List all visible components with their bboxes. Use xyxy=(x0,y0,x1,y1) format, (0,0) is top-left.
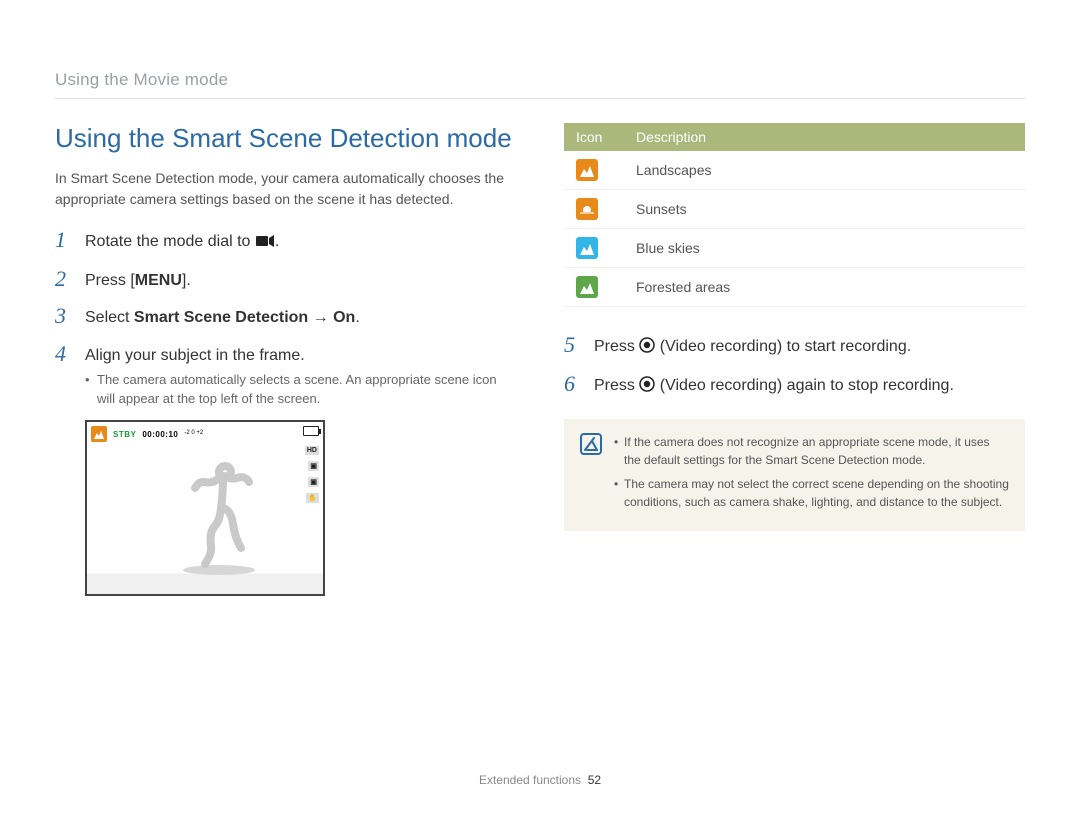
step-fragment: Select xyxy=(85,309,134,326)
right-column: Icon Description Landscapes Sunsets xyxy=(564,123,1025,596)
header-divider xyxy=(55,98,1025,99)
scene-description: Blue skies xyxy=(624,229,1025,268)
step-sub-bullets: The camera automatically selects a scene… xyxy=(85,371,516,409)
preview-right-indicators: HD ▣ ▣ ✋ xyxy=(305,446,319,503)
camera-preview: STBY 00:00:10 -2 0 +2 HD ▣ ▣ ✋ xyxy=(85,420,325,596)
note-item: The camera may not select the correct sc… xyxy=(614,475,1009,511)
section-title: Using the Smart Scene Detection mode xyxy=(55,123,516,154)
indicator-icon: ▣ xyxy=(308,461,319,471)
running-header: Using the Movie mode xyxy=(55,70,1025,90)
steps-right: 5 Press (Video recording) to start recor… xyxy=(564,333,1025,399)
forested-scene-icon xyxy=(576,276,598,298)
note-item: If the camera does not recognize an appr… xyxy=(614,433,1009,469)
table-header-icon: Icon xyxy=(564,123,624,151)
sunsets-scene-icon xyxy=(576,198,598,220)
step-fragment: Align your subject in the frame. xyxy=(85,347,305,364)
table-row: Landscapes xyxy=(564,151,1025,190)
table-row: Blue skies xyxy=(564,229,1025,268)
scene-description: Forested areas xyxy=(624,268,1025,307)
step-number: 6 xyxy=(564,372,582,396)
footer-section: Extended functions xyxy=(479,773,581,787)
menu-path-label: Smart Scene Detection xyxy=(134,309,308,326)
step-fragment: (Video recording) to start recording. xyxy=(655,338,911,355)
table-header-description: Description xyxy=(624,123,1025,151)
scene-description: Landscapes xyxy=(624,151,1025,190)
detected-scene-icon xyxy=(91,426,107,442)
landscapes-scene-icon xyxy=(576,159,598,181)
step-fragment: . xyxy=(275,233,279,250)
step-text: Press [MENU]. xyxy=(85,267,191,292)
menu-value-label: On xyxy=(333,309,355,326)
note-box: If the camera does not recognize an appr… xyxy=(564,419,1025,531)
step-number: 2 xyxy=(55,267,73,291)
scene-description: Sunsets xyxy=(624,190,1025,229)
steps-left: 1 Rotate the mode dial to . 2 Press [MEN… xyxy=(55,228,516,408)
footer-page-number: 52 xyxy=(588,773,601,787)
dancer-silhouette xyxy=(179,456,259,576)
step-number: 1 xyxy=(55,228,73,252)
record-icon xyxy=(639,337,655,360)
step-text: Select Smart Scene Detection → On. xyxy=(85,304,360,329)
movie-mode-icon xyxy=(255,232,275,255)
scene-icons-table: Icon Description Landscapes Sunsets xyxy=(564,123,1025,307)
step-text: Press (Video recording) to start recordi… xyxy=(594,333,911,360)
step-number: 3 xyxy=(55,304,73,328)
step-fragment: Press xyxy=(594,377,639,394)
step-number: 4 xyxy=(55,342,73,366)
ev-scale: -2 0 +2 xyxy=(184,430,203,436)
step-text: Align your subject in the frame. The cam… xyxy=(85,342,516,409)
step-fragment: . xyxy=(355,309,359,326)
elapsed-time: 00:00:10 xyxy=(142,430,178,439)
menu-key-label: MENU xyxy=(135,272,182,289)
page-footer: Extended functions 52 xyxy=(0,773,1080,787)
stby-label: STBY xyxy=(113,430,136,439)
sub-bullet-item: The camera automatically selects a scene… xyxy=(85,371,516,409)
intro-paragraph: In Smart Scene Detection mode, your came… xyxy=(55,168,516,210)
step-fragment: Press xyxy=(594,338,639,355)
step-text: Press (Video recording) again to stop re… xyxy=(594,372,954,399)
step-fragment: ]. xyxy=(182,272,191,289)
hd-badge: HD xyxy=(305,446,319,455)
record-icon xyxy=(639,376,655,399)
step-fragment: Rotate the mode dial to xyxy=(85,233,255,250)
step-text: Rotate the mode dial to . xyxy=(85,228,279,255)
left-column: Using the Smart Scene Detection mode In … xyxy=(55,123,516,596)
table-row: Sunsets xyxy=(564,190,1025,229)
table-row: Forested areas xyxy=(564,268,1025,307)
note-icon xyxy=(580,433,602,455)
step-fragment: Press [ xyxy=(85,272,135,289)
stabilizer-icon: ✋ xyxy=(306,493,319,503)
step-number: 5 xyxy=(564,333,582,357)
step-fragment: (Video recording) again to stop recordin… xyxy=(655,377,954,394)
indicator-icon: ▣ xyxy=(308,477,319,487)
battery-icon xyxy=(303,426,319,436)
blue-skies-scene-icon xyxy=(576,237,598,259)
arrow-icon: → xyxy=(308,309,333,326)
